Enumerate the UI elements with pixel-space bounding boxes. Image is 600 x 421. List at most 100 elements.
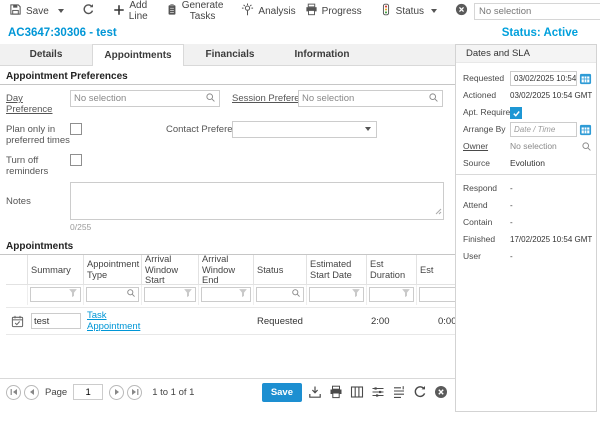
close-grid-icon[interactable]	[433, 384, 449, 400]
filter-arrival-window-start[interactable]	[144, 287, 196, 302]
tab-details[interactable]: Details	[0, 44, 92, 65]
funnel-icon[interactable]	[401, 288, 411, 301]
arrange-by-placeholder: Date / Time	[514, 125, 555, 134]
page-label: Page	[45, 387, 67, 398]
tab-financials[interactable]: Financials	[184, 44, 276, 65]
tab-appointments[interactable]: Appointments	[92, 44, 184, 66]
funnel-icon[interactable]	[351, 288, 361, 301]
day-preference-input[interactable]	[74, 93, 205, 104]
clipboard-icon	[166, 3, 178, 19]
analysis-button[interactable]: Analysis	[238, 1, 298, 21]
turn-off-reminders-label: Turn off reminders	[6, 152, 70, 178]
sla-row-apt-required: Apt. Required	[456, 104, 596, 120]
tab-label: Appointments	[104, 50, 171, 61]
page-number-input[interactable]	[73, 384, 103, 400]
search-icon[interactable]	[581, 141, 592, 152]
appointment-row[interactable]: Task Appointment Requested 2:00 0:00	[6, 307, 455, 335]
calendar-icon[interactable]	[579, 72, 592, 85]
column-chooser-icon[interactable]	[349, 384, 365, 400]
calendar-icon[interactable]	[579, 123, 592, 136]
owner-value: No selection	[510, 141, 579, 151]
progress-button[interactable]: Progress	[302, 1, 365, 21]
row-summary-input[interactable]	[31, 313, 81, 329]
grid-header-summary[interactable]: Summary	[28, 255, 84, 285]
session-preference-input[interactable]	[302, 93, 428, 104]
tab-information[interactable]: Information	[276, 44, 368, 65]
filter-settings-icon[interactable]	[370, 384, 386, 400]
add-line-button[interactable]: Add Line	[110, 0, 151, 24]
main-area: Details Appointments Financials Informat…	[0, 44, 600, 421]
grid-header-est-duration[interactable]: Est Duration	[367, 255, 417, 285]
filter-est-duration[interactable]	[369, 287, 414, 302]
apt-required-checkbox[interactable]	[510, 107, 522, 119]
appointment-type-link[interactable]: Task Appointment	[87, 310, 140, 333]
funnel-icon[interactable]	[238, 288, 248, 301]
next-page-button[interactable]	[109, 385, 124, 400]
notes-field	[70, 182, 444, 220]
requested-date-field[interactable]: 03/02/2025 10:54 GMT	[510, 71, 577, 86]
status-button[interactable]: Status	[377, 1, 440, 21]
contact-preference-select[interactable]	[232, 121, 377, 138]
grid-header-status[interactable]: Status	[254, 255, 307, 285]
filter-estimated-start-date[interactable]	[309, 287, 364, 302]
search-icon[interactable]	[126, 288, 136, 301]
group-panel-icon[interactable]	[391, 384, 407, 400]
filter-appointment-type[interactable]	[86, 287, 139, 302]
preferences-form: Day Preference Session Preference Plan o…	[0, 85, 455, 232]
funnel-icon[interactable]	[183, 288, 193, 301]
chevron-down-icon	[365, 127, 371, 131]
plan-only-checkbox[interactable]	[70, 123, 82, 135]
funnel-icon[interactable]	[68, 288, 78, 301]
print-icon[interactable]	[328, 384, 344, 400]
global-search-input[interactable]	[479, 6, 600, 17]
sla-row-arrange-by: Arrange By Date / Time	[456, 121, 596, 137]
search-icon[interactable]	[291, 288, 301, 301]
sla-row-user: User -	[456, 248, 596, 264]
previous-page-button[interactable]	[24, 385, 39, 400]
row-calendar-check-icon[interactable]	[6, 315, 28, 328]
status-label: Status	[396, 6, 424, 17]
session-preference-link[interactable]: Session Preference	[232, 90, 298, 104]
generate-tasks-label: Generate Tasks	[182, 0, 224, 22]
generate-tasks-button[interactable]: Generate Tasks	[163, 0, 227, 24]
filter-arrival-window-end[interactable]	[201, 287, 251, 302]
finished-value: 17/02/2025 10:54 GMT	[510, 235, 592, 244]
refresh-button[interactable]	[79, 1, 98, 21]
filter-summary[interactable]	[30, 287, 81, 302]
search-icon[interactable]	[205, 92, 216, 106]
grid-header-est-clipped[interactable]: Est	[417, 255, 455, 285]
export-icon[interactable]	[307, 384, 323, 400]
respond-value: -	[510, 184, 592, 193]
dates-sla-title: Dates and SLA	[456, 45, 596, 63]
filter-est-clipped[interactable]	[419, 287, 455, 302]
grid-header-arrival-window-start[interactable]: Arrival Window Start	[142, 255, 199, 285]
notes-textarea[interactable]	[70, 182, 444, 220]
save-button[interactable]: Save	[6, 1, 52, 21]
save-dropdown-button[interactable]	[55, 7, 67, 15]
grid-header-estimated-start-date[interactable]: Estimated Start Date	[307, 255, 367, 285]
grid-header-appointment-type[interactable]: Appointment Type	[84, 255, 142, 285]
source-value: Evolution	[510, 158, 592, 168]
apt-required-label: Apt. Required	[463, 107, 510, 117]
grid-header-arrival-window-end[interactable]: Arrival Window End	[199, 255, 254, 285]
appointment-window: Save Add Line Generate Tasks Analysis Pr…	[0, 0, 600, 421]
arrange-by-field[interactable]: Date / Time	[510, 122, 577, 137]
sla-row-requested: Requested 03/02/2025 10:54 GMT	[456, 70, 596, 86]
last-page-button[interactable]	[127, 385, 142, 400]
owner-link[interactable]: Owner	[463, 141, 510, 151]
resize-handle-icon[interactable]	[435, 207, 442, 218]
row-est-duration: 2:00	[367, 316, 417, 327]
analysis-label: Analysis	[258, 6, 295, 17]
refresh-grid-icon[interactable]	[412, 384, 428, 400]
first-page-button[interactable]	[6, 385, 21, 400]
grid-save-button[interactable]: Save	[262, 383, 302, 402]
turn-off-reminders-checkbox[interactable]	[70, 154, 82, 166]
record-titlebar: AC3647:30306 - test Status: Active	[0, 22, 600, 44]
close-record-button[interactable]	[452, 1, 471, 21]
filter-status[interactable]	[256, 287, 304, 302]
grid-filter-row	[6, 285, 455, 305]
printer-icon	[305, 3, 318, 19]
day-preference-link[interactable]: Day Preference	[6, 90, 70, 116]
search-icon[interactable]	[428, 92, 439, 106]
grid-header-row: Summary Appointment Type Arrival Window …	[6, 255, 455, 285]
